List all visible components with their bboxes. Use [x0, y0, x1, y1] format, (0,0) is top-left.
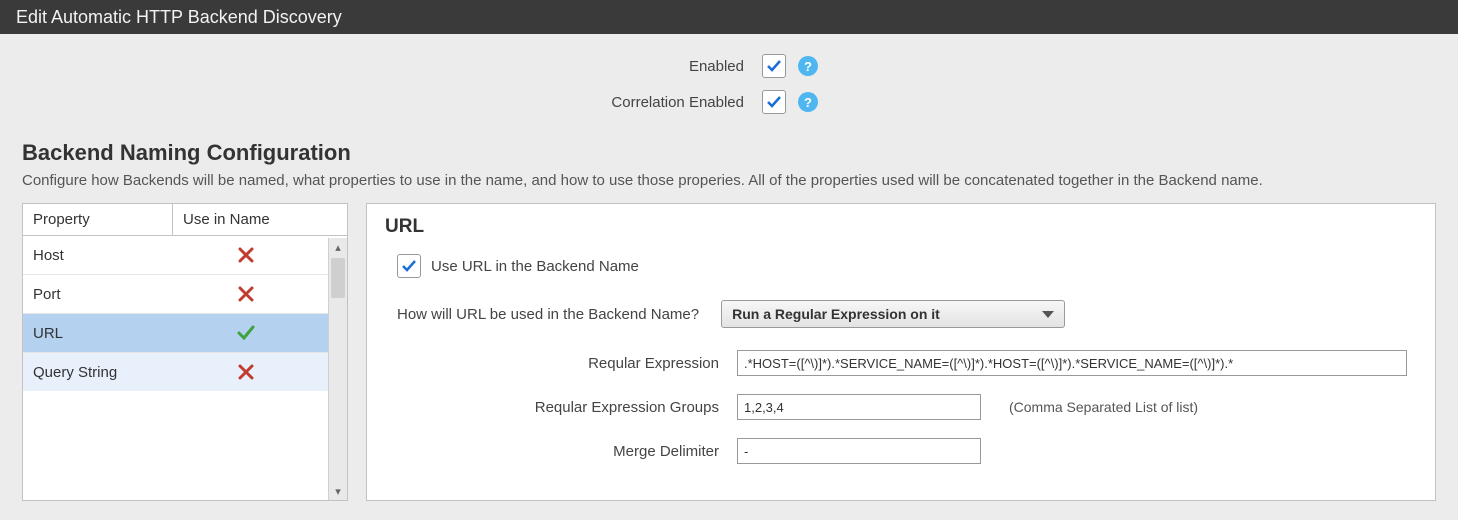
scroll-down-icon[interactable]: ▾	[329, 482, 347, 500]
scroll-thumb[interactable]	[331, 258, 345, 298]
use-url-row: Use URL in the Backend Name	[397, 254, 1417, 278]
property-table-header: Property Use in Name	[23, 204, 347, 236]
regex-label: Reqular Expression	[397, 355, 737, 372]
merge-row: Merge Delimiter	[397, 438, 1417, 464]
table-row[interactable]: Host	[23, 236, 347, 275]
chevron-down-icon	[1042, 311, 1054, 318]
scroll-up-icon[interactable]: ▴	[329, 238, 347, 256]
table-row[interactable]: Query String	[23, 353, 347, 391]
groups-hint: (Comma Separated List of list)	[1009, 399, 1198, 415]
x-icon	[237, 246, 255, 264]
scrollbar[interactable]: ▴ ▾	[328, 238, 347, 500]
property-name: Host	[23, 247, 173, 264]
check-icon	[766, 58, 782, 74]
groups-label: Reqular Expression Groups	[397, 399, 737, 416]
section-description: Configure how Backends will be named, wh…	[22, 172, 1436, 189]
how-label: How will URL be used in the Backend Name…	[397, 306, 699, 323]
enabled-checkbox[interactable]	[762, 54, 786, 78]
dialog-title: Edit Automatic HTTP Backend Discovery	[0, 0, 1458, 34]
use-cell	[173, 285, 347, 303]
section-heading: Backend Naming Configuration	[22, 140, 1436, 166]
naming-section: Backend Naming Configuration Configure h…	[0, 128, 1458, 189]
property-name: Port	[23, 286, 173, 303]
top-toggles: Enabled ? Correlation Enabled ?	[0, 34, 1458, 128]
detail-panel: URL Use URL in the Backend Name How will…	[366, 203, 1436, 501]
x-icon	[237, 285, 255, 303]
use-cell	[173, 324, 347, 342]
correlation-checkbox[interactable]	[762, 90, 786, 114]
merge-label: Merge Delimiter	[397, 443, 737, 460]
col-use-in-name: Use in Name	[173, 204, 347, 235]
check-icon	[401, 258, 417, 274]
regex-input[interactable]	[737, 350, 1407, 376]
correlation-label: Correlation Enabled	[0, 94, 762, 111]
use-url-checkbox[interactable]	[397, 254, 421, 278]
regex-row: Reqular Expression	[397, 350, 1417, 376]
property-name: URL	[23, 325, 173, 342]
property-name: Query String	[23, 364, 173, 381]
groups-input[interactable]	[737, 394, 981, 420]
table-row[interactable]: URL	[23, 314, 347, 353]
table-row[interactable]: Port	[23, 275, 347, 314]
correlation-row: Correlation Enabled ?	[0, 84, 1458, 120]
col-property: Property	[23, 204, 173, 235]
property-table: Property Use in Name Host Port URL	[22, 203, 348, 501]
use-url-label: Use URL in the Backend Name	[431, 258, 639, 275]
dropdown-value: Run a Regular Expression on it	[732, 306, 940, 322]
use-cell	[173, 246, 347, 264]
detail-title: URL	[385, 216, 1417, 238]
how-row: How will URL be used in the Backend Name…	[397, 300, 1417, 328]
help-icon[interactable]: ?	[798, 92, 818, 112]
x-icon	[237, 363, 255, 381]
merge-input[interactable]	[737, 438, 981, 464]
groups-row: Reqular Expression Groups (Comma Separat…	[397, 394, 1417, 420]
enabled-label: Enabled	[0, 58, 762, 75]
check-icon	[237, 324, 255, 342]
use-cell	[173, 363, 347, 381]
help-icon[interactable]: ?	[798, 56, 818, 76]
check-icon	[766, 94, 782, 110]
enabled-row: Enabled ?	[0, 48, 1458, 84]
how-dropdown[interactable]: Run a Regular Expression on it	[721, 300, 1065, 328]
